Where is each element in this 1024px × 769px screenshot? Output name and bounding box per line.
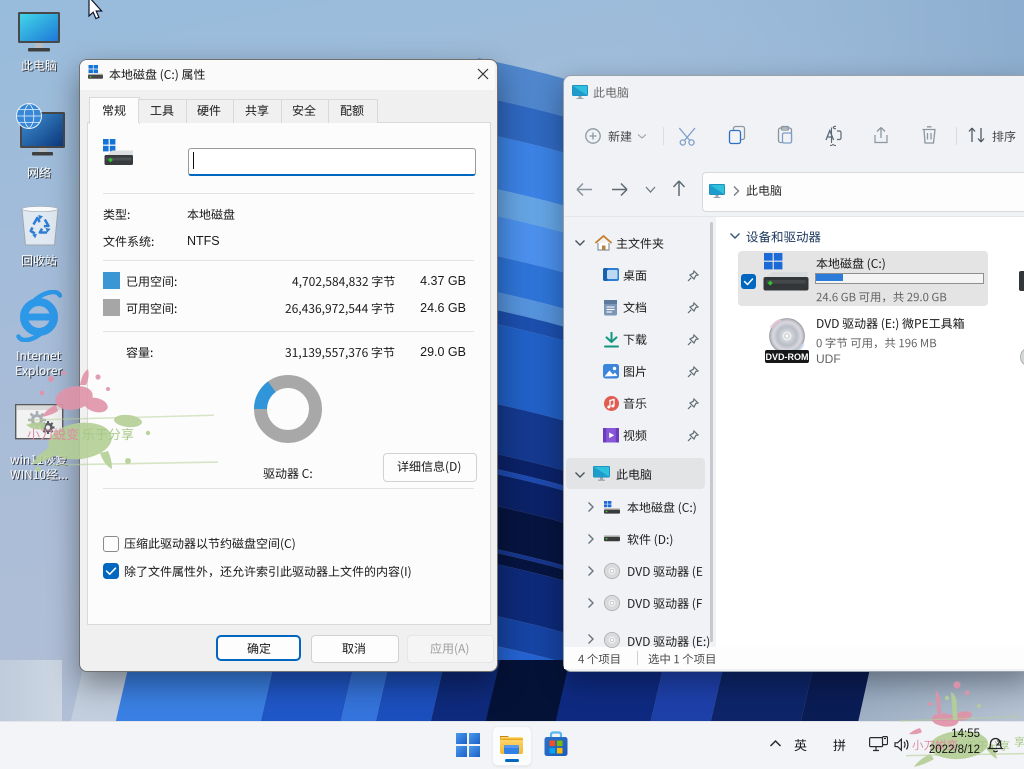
svg-text:DVD-ROM: DVD-ROM [766,352,809,362]
